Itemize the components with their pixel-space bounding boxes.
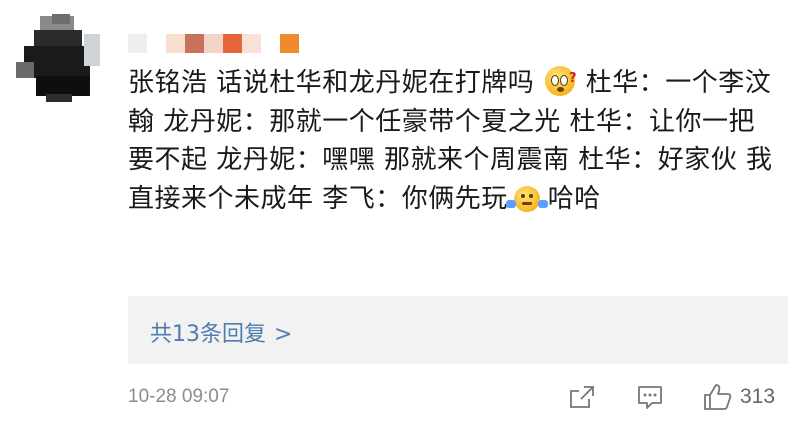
comment-segment: 哈哈 <box>547 183 601 214</box>
comment-footer: 10-28 09:07 313 <box>0 380 811 420</box>
comment-text: 张铭浩 话说杜华和龙丹妮在打牌吗 ? 杜华：一个李汶翰 龙丹妮：那就一个任豪带个… <box>128 64 778 218</box>
view-replies-link[interactable]: 共13条回复 > <box>150 316 292 348</box>
confused-face-icon: ? <box>545 66 577 96</box>
thumbs-up-icon <box>704 384 732 410</box>
avatar[interactable] <box>12 10 104 102</box>
like-button[interactable]: 313 <box>702 382 775 412</box>
timestamp: 10-28 09:07 <box>128 386 230 407</box>
share-icon <box>570 386 594 408</box>
replies-count-label: 共13条回复 <box>150 322 266 347</box>
shrug-person-icon <box>505 185 548 212</box>
username-censored[interactable] <box>128 34 299 54</box>
share-button[interactable] <box>568 384 596 414</box>
comment-icon <box>638 386 662 409</box>
comment-segment: 张铭浩 话说杜华和龙丹妮在打牌吗 <box>128 68 544 98</box>
comment-button[interactable] <box>636 384 664 416</box>
replies-panel[interactable]: 共13条回复 > <box>128 296 788 364</box>
like-count: 313 <box>740 385 776 408</box>
chevron-right-icon: > <box>274 322 293 347</box>
